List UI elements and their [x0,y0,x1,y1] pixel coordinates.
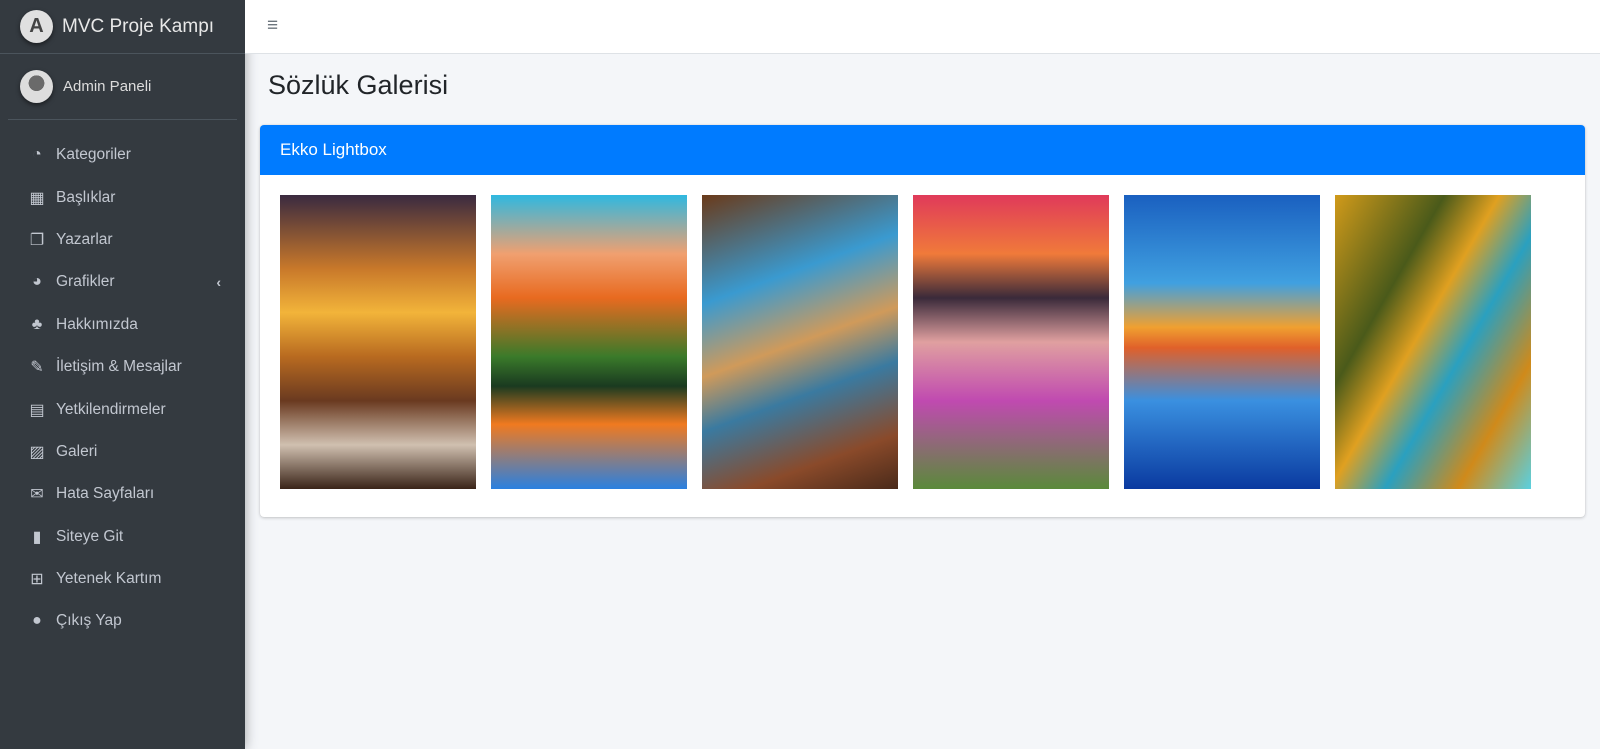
gallery-image-sailboat-sunset[interactable] [280,195,476,489]
sidebar-nav: ◔ Kategoriler ▦ Başlıklar ❐ Yazarlar ◕ Grafikle… [0,120,245,643]
sidebar-item-label: Hata Sayfaları [56,485,155,503]
sidebar-item-label: Yetenek Kartım [56,570,162,588]
sidebar-item-label: Başlıklar [56,188,116,206]
sidebar-item-label: Siteye Git [56,527,124,545]
image-icon: ▨ [29,443,45,461]
avatar [20,70,53,103]
page-title: Sözlük Galerisi [268,70,449,100]
table-icon: ⊞ [30,571,44,589]
sidebar-item-galeri[interactable]: ▨ Galeri [0,431,245,473]
sidebar-item-label: Çıkış Yap [56,612,122,630]
copy-icon: ❐ [29,231,45,249]
gallery [280,195,1531,489]
grid-icon: ▦ [29,189,45,207]
sidebar-item-yetkilendirmeler[interactable]: ▤ Yetkilendirmeler [0,388,245,430]
sidebar-item-hakk-m-zda[interactable]: ♣ Hakkımızda [0,304,245,346]
chevron-left-icon[interactable]: ‹ [216,274,221,290]
card-header: Ekko Lightbox [260,125,1585,175]
brand-title: MVC Proje Kampı [62,15,215,37]
book-icon: ▮ [32,528,42,546]
brand-logo: A [20,10,53,43]
sidebar-item-siteye-git[interactable]: ▮ Siteye Git [0,516,245,558]
tachometer-icon: ◔ [32,146,42,164]
sidebar-item-yazarlar[interactable]: ❐ Yazarlar [0,219,245,261]
sidebar-item-ba-l-klar[interactable]: ▦ Başlıklar [0,176,245,218]
gallery-card: Ekko Lightbox [260,125,1585,517]
menu-toggle-icon[interactable]: ≡ [267,15,278,37]
sidebar-item-label: İletişim & Mesajlar [56,358,182,376]
gallery-image-autumn-forest[interactable] [1335,195,1531,489]
top-navbar: ≡ [245,0,1600,54]
sidebar-item-label: Hakkımızda [56,315,138,333]
brand-link[interactable]: A MVC Proje Kampı [0,0,245,54]
sidebar-item-grafikler[interactable]: ◕ Grafikler ‹ [0,261,245,303]
user-panel[interactable]: Admin Paneli [8,54,237,120]
sidebar-item-label: Yazarlar [56,230,113,248]
sidebar-item--k-yap[interactable]: ● Çıkış Yap [0,600,245,642]
brand-logo-letter: A [29,15,44,37]
gallery-image-beach-flowers[interactable] [913,195,1109,489]
apple-icon: ● [32,612,42,630]
gallery-image-boats-tree[interactable] [702,195,898,489]
sidebar-item-label: Yetkilendirmeler [56,400,166,418]
gallery-image-grass-sunset[interactable] [1124,195,1320,489]
gallery-image-lake-sunset[interactable] [491,195,687,489]
sidebar-item-label: Grafikler [56,273,115,291]
user-name: Admin Paneli [63,78,152,95]
pie-chart-icon: ◕ [32,273,42,291]
card-title: Ekko Lightbox [280,140,387,159]
sidebar-item-kategoriler[interactable]: ◔ Kategoriler [0,134,245,176]
edit-icon: ✎ [30,359,44,377]
sidebar-item-label: Galeri [56,442,98,460]
sidebar-item-label: Kategoriler [56,146,131,164]
sidebar-item-yetenek-kart-m[interactable]: ⊞ Yetenek Kartım [0,558,245,600]
tree-icon: ♣ [31,315,43,333]
envelope-icon: ✉ [30,486,44,504]
sidebar-item-hata-sayfalar-[interactable]: ✉ Hata Sayfaları [0,473,245,515]
sidebar-item-i-leti-im-mesajlar[interactable]: ✎ İletişim & Mesajlar [0,346,245,388]
calendar-icon: ▤ [29,401,45,419]
sidebar: A MVC Proje Kampı Admin Paneli ◔ Kategori… [0,0,245,749]
